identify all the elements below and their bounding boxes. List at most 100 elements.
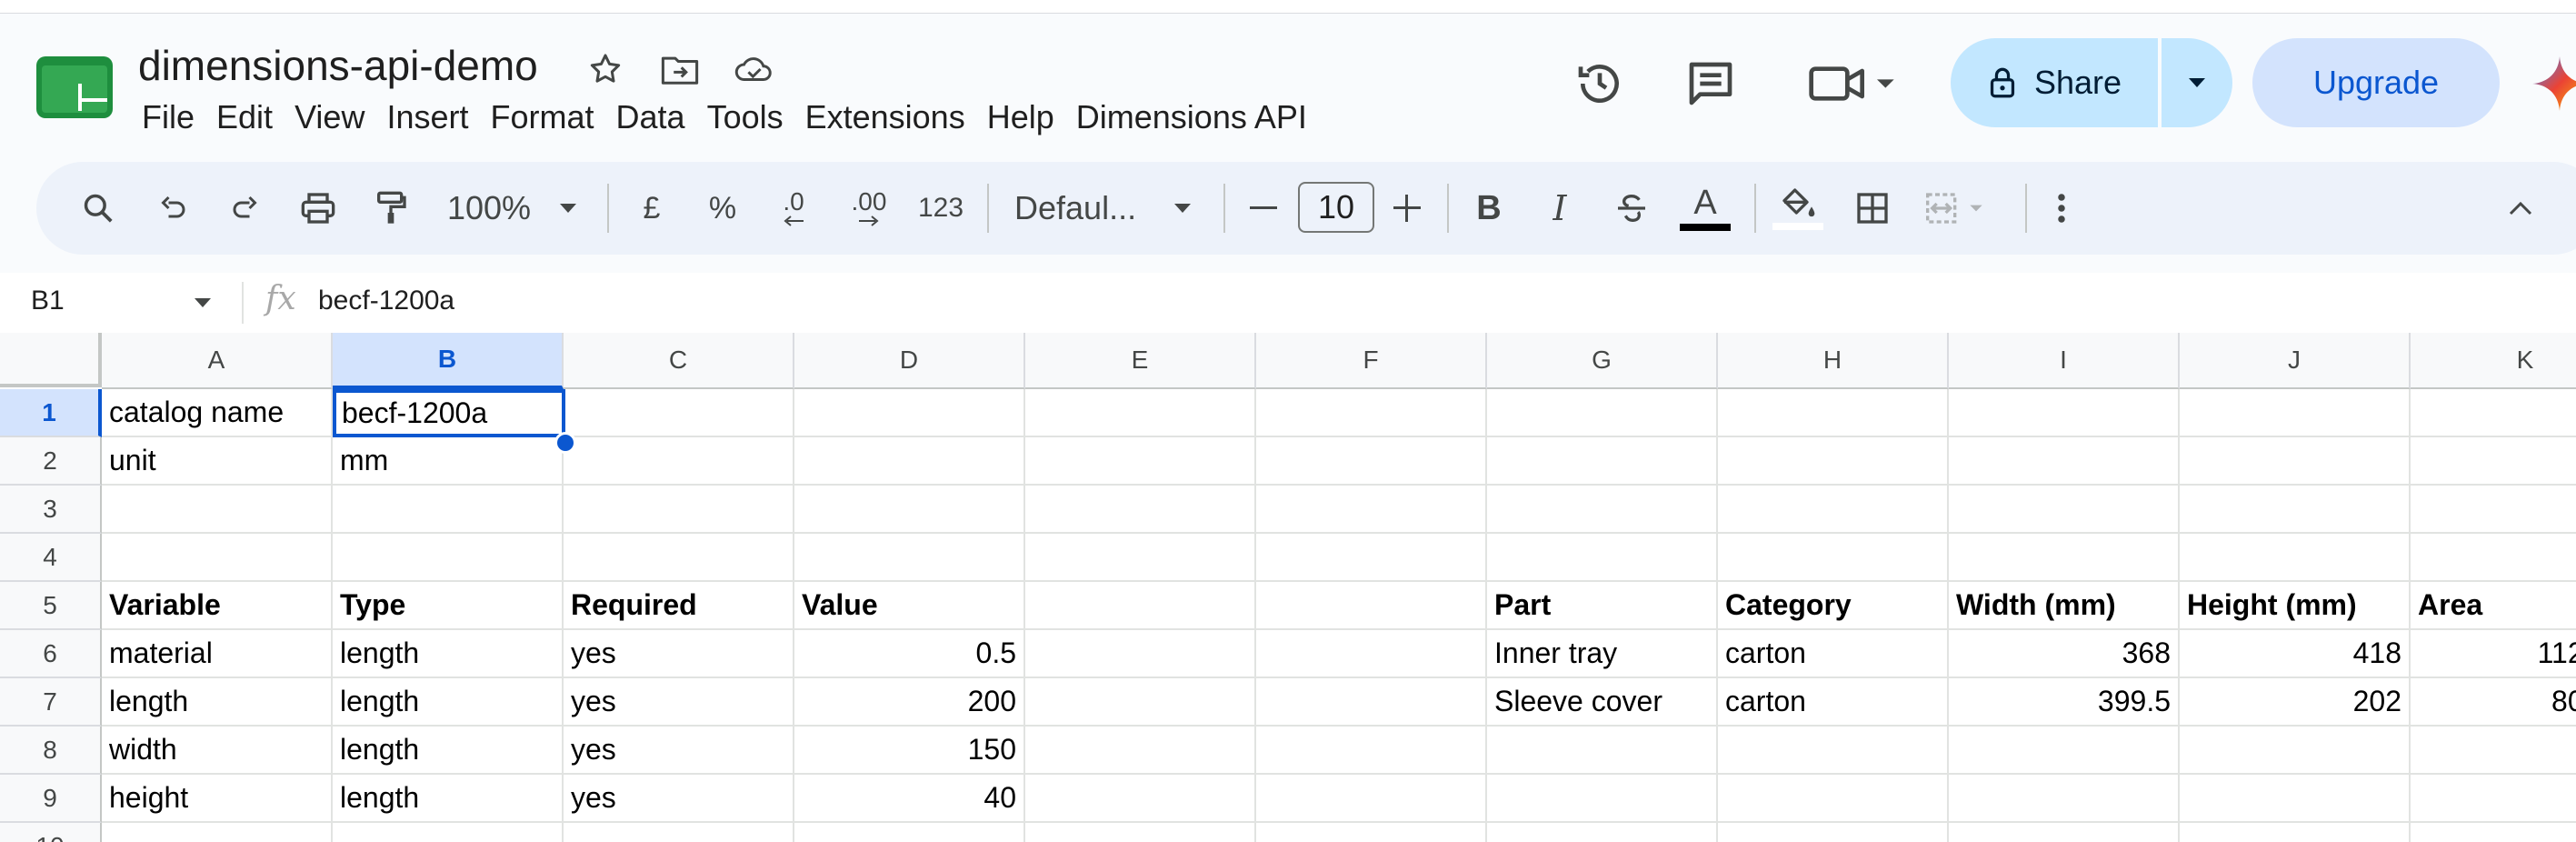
version-history-icon[interactable] xyxy=(1567,51,1632,116)
cell-h3[interactable] xyxy=(1718,486,1949,534)
menu-view[interactable]: View xyxy=(284,95,375,140)
cell-f8[interactable] xyxy=(1256,727,1487,775)
cell-f10[interactable] xyxy=(1256,823,1487,842)
cell-e8[interactable] xyxy=(1025,727,1256,775)
menu-extensions[interactable]: Extensions xyxy=(794,95,976,140)
paint-format-icon[interactable] xyxy=(367,162,414,255)
cell-f1[interactable] xyxy=(1256,389,1487,437)
cell-b1[interactable]: becf-1200a xyxy=(333,389,565,437)
cell-j8[interactable] xyxy=(2180,727,2411,775)
row-header-9[interactable]: 9 xyxy=(0,775,102,823)
column-header-h[interactable]: H xyxy=(1718,333,1949,389)
cell-i3[interactable] xyxy=(1949,486,2180,534)
strikethrough-icon[interactable] xyxy=(1611,162,1652,255)
collapse-toolbar-icon[interactable] xyxy=(2501,162,2540,255)
row-header-2[interactable]: 2 xyxy=(0,437,102,486)
cell-a5[interactable]: Variable xyxy=(102,582,333,630)
cell-e10[interactable] xyxy=(1025,823,1256,842)
cell-h6[interactable]: carton xyxy=(1718,630,1949,678)
cell-k1[interactable] xyxy=(2411,389,2576,437)
cell-c7[interactable]: yes xyxy=(564,678,794,727)
cell-f2[interactable] xyxy=(1256,437,1487,486)
search-menus-icon[interactable] xyxy=(75,162,122,255)
cell-i1[interactable] xyxy=(1949,389,2180,437)
cell-e6[interactable] xyxy=(1025,630,1256,678)
row-header-6[interactable]: 6 xyxy=(0,630,102,678)
cell-g9[interactable] xyxy=(1487,775,1718,823)
column-header-g[interactable]: G xyxy=(1487,333,1718,389)
cell-a1[interactable]: catalog name xyxy=(102,389,333,437)
cell-d9[interactable]: 40 xyxy=(794,775,1025,823)
row-header-3[interactable]: 3 xyxy=(0,486,102,534)
move-folder-icon[interactable] xyxy=(658,47,702,91)
decrease-decimal-button[interactable]: .0 xyxy=(769,162,818,255)
italic-button[interactable]: I xyxy=(1542,162,1578,255)
cell-f3[interactable] xyxy=(1256,486,1487,534)
cell-e9[interactable] xyxy=(1025,775,1256,823)
cell-g5[interactable]: Part xyxy=(1487,582,1718,630)
cell-i2[interactable] xyxy=(1949,437,2180,486)
cell-a8[interactable]: width xyxy=(102,727,333,775)
column-header-c[interactable]: C xyxy=(564,333,794,389)
cell-d2[interactable] xyxy=(794,437,1025,486)
cell-b9[interactable]: length xyxy=(333,775,564,823)
column-header-b[interactable]: B xyxy=(333,333,564,389)
menu-edit[interactable]: Edit xyxy=(205,95,284,140)
column-header-j[interactable]: J xyxy=(2180,333,2411,389)
cell-h8[interactable] xyxy=(1718,727,1949,775)
row-header-4[interactable]: 4 xyxy=(0,534,102,582)
cell-j9[interactable] xyxy=(2180,775,2411,823)
cell-k7[interactable]: 80653 xyxy=(2411,678,2576,727)
more-formats-button[interactable]: 123 xyxy=(914,162,967,255)
print-icon[interactable] xyxy=(295,162,342,255)
cell-a3[interactable] xyxy=(102,486,333,534)
cell-i8[interactable] xyxy=(1949,727,2180,775)
cell-f7[interactable] xyxy=(1256,678,1487,727)
cell-d1[interactable] xyxy=(794,389,1025,437)
cell-g10[interactable] xyxy=(1487,823,1718,842)
name-box[interactable]: B1 xyxy=(31,286,65,316)
cell-h4[interactable] xyxy=(1718,534,1949,582)
share-dropdown-button[interactable] xyxy=(2162,38,2232,127)
cell-j10[interactable] xyxy=(2180,823,2411,842)
cell-d4[interactable] xyxy=(794,534,1025,582)
increase-decimal-button[interactable]: .00 xyxy=(840,162,898,255)
font-family-select[interactable]: Defaul... xyxy=(1014,162,1160,255)
percent-format-button[interactable]: % xyxy=(700,162,745,255)
cell-k8[interactable] xyxy=(2411,727,2576,775)
cell-i9[interactable] xyxy=(1949,775,2180,823)
font-size-input[interactable]: 10 xyxy=(1298,182,1374,233)
cell-b3[interactable] xyxy=(333,486,564,534)
cell-k10[interactable] xyxy=(2411,823,2576,842)
cell-g2[interactable] xyxy=(1487,437,1718,486)
bold-button[interactable]: B xyxy=(1471,162,1507,255)
cell-c6[interactable]: yes xyxy=(564,630,794,678)
cell-j7[interactable]: 202 xyxy=(2180,678,2411,727)
row-header-1[interactable]: 1 xyxy=(0,389,102,437)
cell-k9[interactable] xyxy=(2411,775,2576,823)
column-header-f[interactable]: F xyxy=(1256,333,1487,389)
row-header-10[interactable]: 10 xyxy=(0,823,102,842)
cell-b7[interactable]: length xyxy=(333,678,564,727)
cell-g1[interactable] xyxy=(1487,389,1718,437)
cell-g7[interactable]: Sleeve cover xyxy=(1487,678,1718,727)
meet-icon[interactable] xyxy=(1802,51,1902,116)
cell-j5[interactable]: Height (mm) xyxy=(2180,582,2411,630)
cell-f4[interactable] xyxy=(1256,534,1487,582)
cell-d10[interactable] xyxy=(794,823,1025,842)
menu-insert[interactable]: Insert xyxy=(375,95,479,140)
cell-j4[interactable] xyxy=(2180,534,2411,582)
column-header-e[interactable]: E xyxy=(1025,333,1256,389)
cell-b10[interactable] xyxy=(333,823,564,842)
name-box-chevron-down-icon[interactable] xyxy=(193,293,213,313)
menu-help[interactable]: Help xyxy=(976,95,1065,140)
cloud-status-icon[interactable] xyxy=(733,47,776,91)
column-header-k[interactable]: K xyxy=(2411,333,2576,389)
row-header-5[interactable]: 5 xyxy=(0,582,102,630)
decrease-font-size-icon[interactable] xyxy=(1247,162,1280,255)
gemini-icon[interactable] xyxy=(2532,56,2576,111)
cell-h2[interactable] xyxy=(1718,437,1949,486)
cell-c5[interactable]: Required xyxy=(564,582,794,630)
cell-e4[interactable] xyxy=(1025,534,1256,582)
text-color-button[interactable]: A xyxy=(1678,162,1732,255)
